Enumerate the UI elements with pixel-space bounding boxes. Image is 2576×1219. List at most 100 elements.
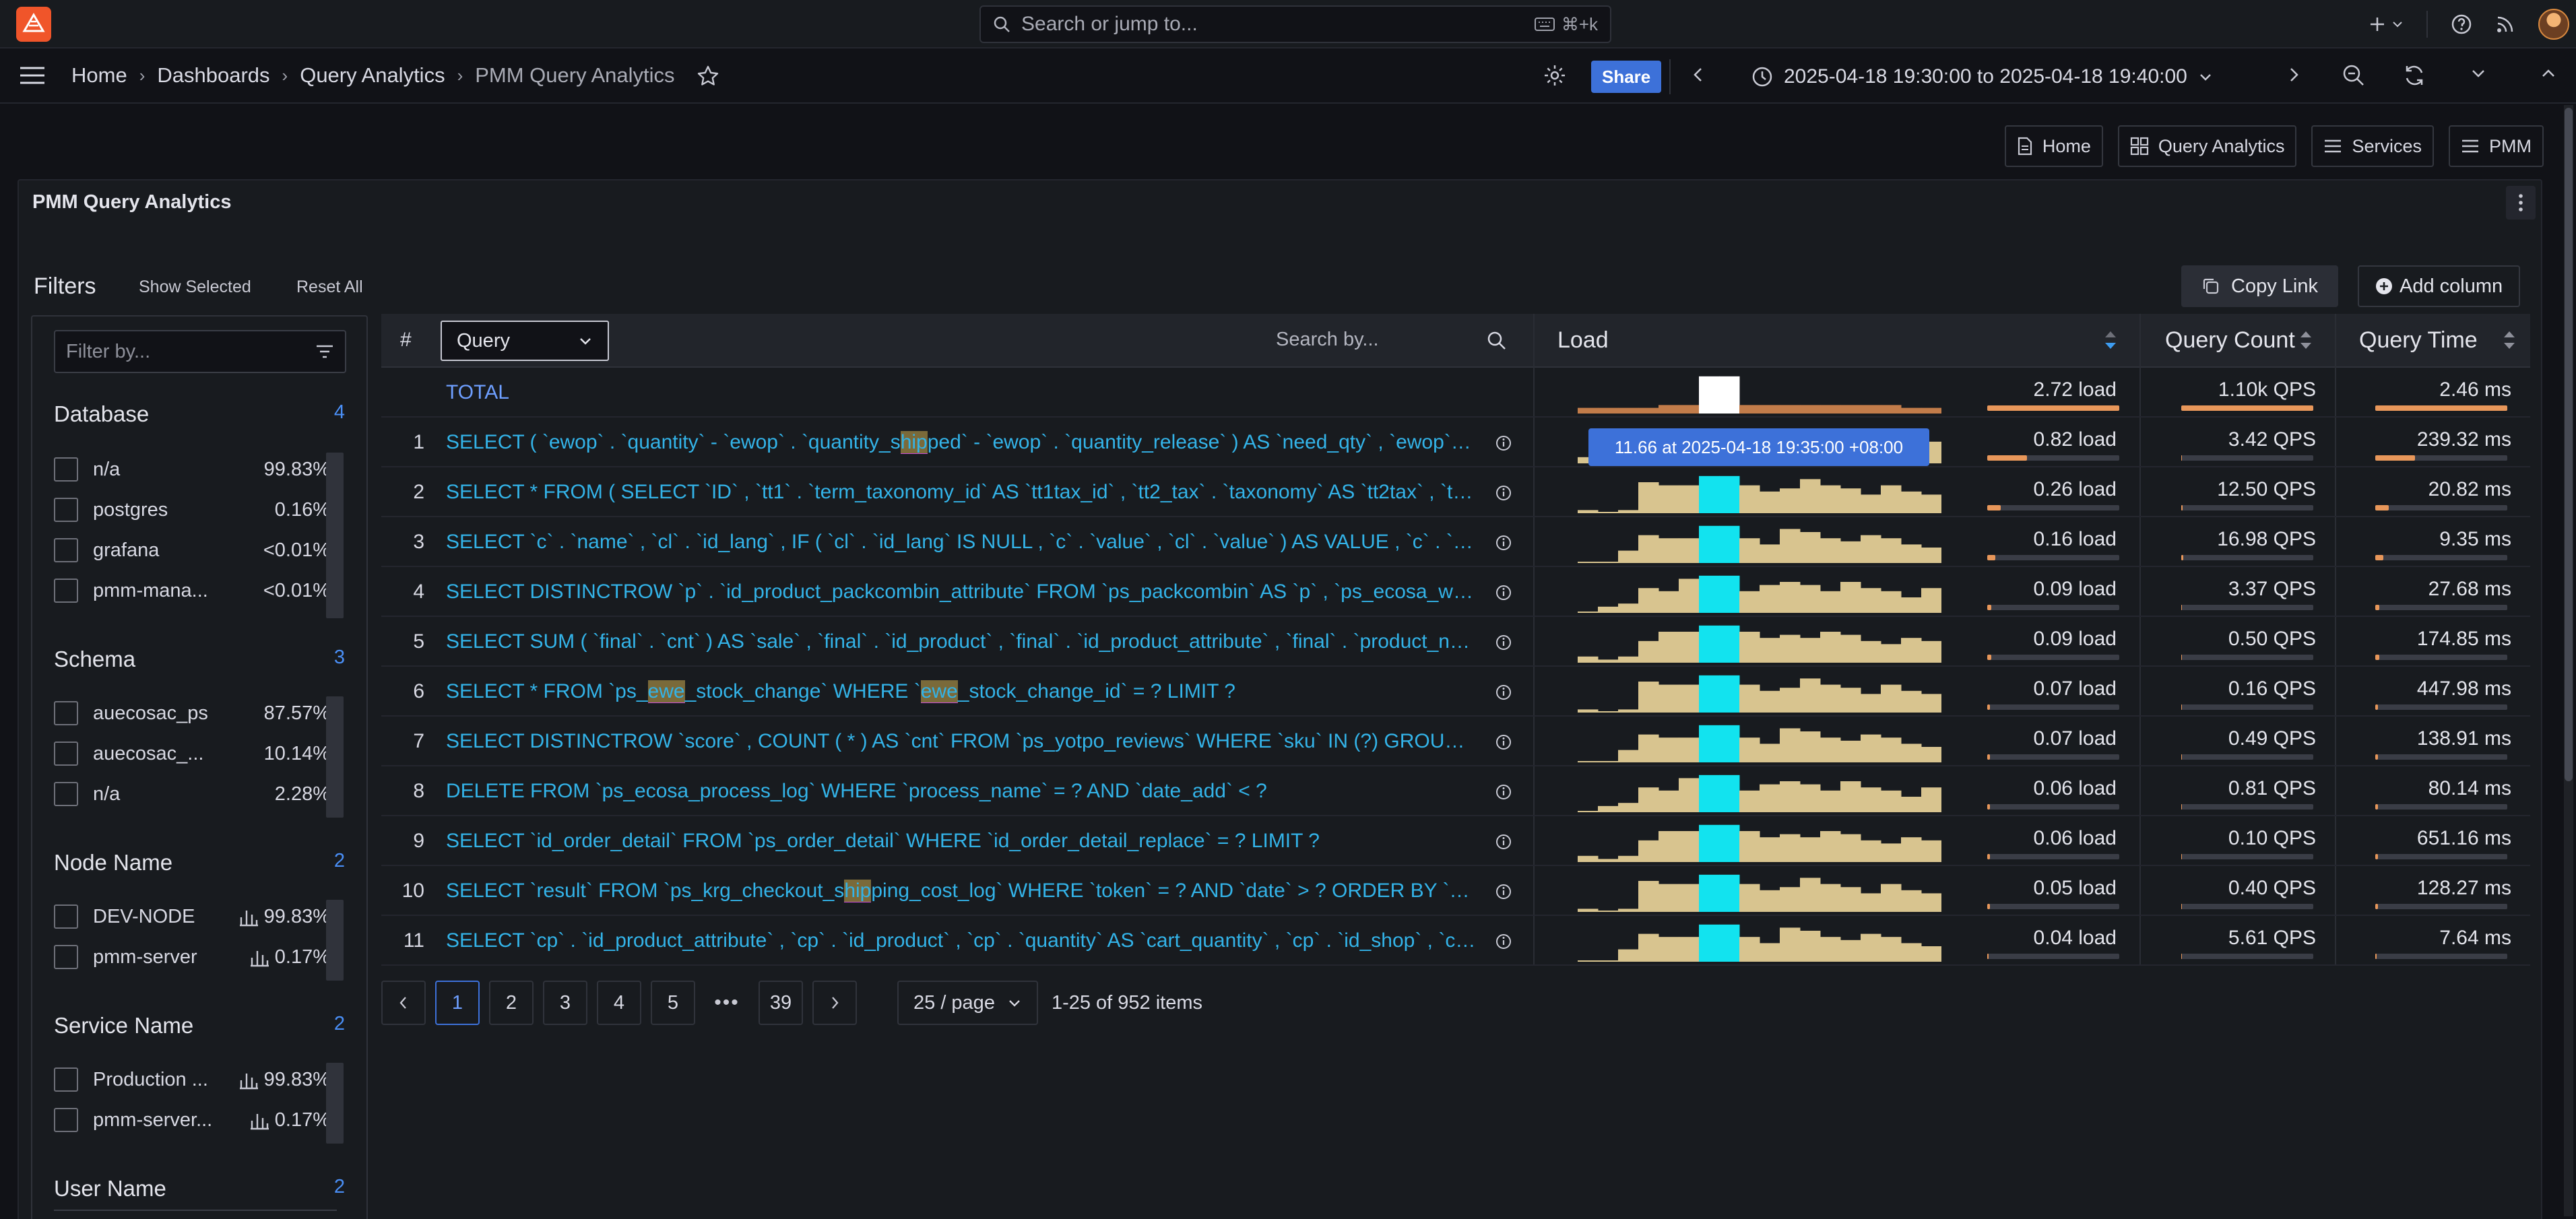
table-row[interactable]: 3 SELECT `c` . `name` , `cl` . `id_lang` …: [381, 517, 2530, 567]
checkbox[interactable]: [54, 782, 78, 806]
load-sparkline[interactable]: [1578, 617, 1941, 667]
page-button-last[interactable]: 39: [759, 981, 803, 1025]
filter-option[interactable]: Production ... 99.83%: [54, 1063, 330, 1096]
table-row[interactable]: 10 SELECT `result` FROM `ps_krg_checkout_…: [381, 866, 2530, 916]
search-icon[interactable]: [1486, 330, 1506, 350]
gear-icon[interactable]: [1543, 63, 1567, 88]
checkbox[interactable]: [54, 904, 78, 929]
table-row[interactable]: 8 DELETE FROM `ps_ecosa_process_log` WHER…: [381, 766, 2530, 816]
load-sparkline[interactable]: [1578, 916, 1941, 966]
menu-icon[interactable]: [19, 65, 46, 86]
time-range-picker[interactable]: 2025-04-18 19:30:00 to 2025-04-18 19:40:…: [1751, 61, 2213, 93]
load-sparkline[interactable]: [1578, 517, 1941, 567]
info-icon[interactable]: [1495, 784, 1512, 800]
share-button[interactable]: Share: [1591, 61, 1662, 93]
page-scrollbar-thumb[interactable]: [2565, 108, 2573, 781]
load-sparkline[interactable]: [1578, 816, 1941, 866]
refresh-interval-chevron-down-icon[interactable]: [2470, 65, 2487, 82]
query-fingerprint-link[interactable]: DELETE FROM `ps_ecosa_process_log` WHERE…: [446, 780, 1477, 803]
info-icon[interactable]: [1495, 684, 1512, 700]
breadcrumb-query-analytics[interactable]: Query Analytics: [300, 63, 445, 88]
checkbox[interactable]: [54, 538, 78, 562]
star-favorite-icon[interactable]: [697, 65, 719, 88]
page-button-1[interactable]: 1: [435, 981, 480, 1025]
load-sparkline[interactable]: [1578, 717, 1941, 766]
filter-option[interactable]: DEV-NODE 99.83%: [54, 900, 330, 933]
checkbox[interactable]: [54, 945, 78, 969]
page-button-2[interactable]: 2: [489, 981, 534, 1025]
info-icon[interactable]: [1495, 585, 1512, 601]
column-header-query-count[interactable]: Query Count: [2165, 327, 2295, 354]
info-icon[interactable]: [1495, 435, 1512, 451]
table-row[interactable]: 1 SELECT ( `ewop` . `quantity` - `ewop` .…: [381, 418, 2530, 467]
table-row[interactable]: 5 SELECT SUM ( `final` . `cnt` ) AS `sale…: [381, 617, 2530, 667]
breadcrumb-dashboards[interactable]: Dashboards: [157, 63, 269, 88]
page-button-4[interactable]: 4: [597, 981, 641, 1025]
info-icon[interactable]: [1495, 933, 1512, 950]
checkbox[interactable]: [54, 498, 78, 522]
news-rss-icon[interactable]: [2495, 14, 2515, 34]
total-label[interactable]: TOTAL: [446, 381, 1477, 404]
query-fingerprint-link[interactable]: SELECT DISTINCTROW `p` . `id_product_pac…: [446, 581, 1477, 603]
checkbox[interactable]: [54, 1108, 78, 1132]
filter-scrollbar[interactable]: [326, 696, 344, 818]
link-services[interactable]: Services: [2311, 125, 2434, 167]
checkbox[interactable]: [54, 742, 78, 766]
filter-option[interactable]: n/a 2.28%: [54, 777, 330, 811]
info-icon[interactable]: [1495, 834, 1512, 850]
query-fingerprint-link[interactable]: SELECT `result` FROM `ps_krg_checkout_sh…: [446, 880, 1477, 902]
reset-all-button[interactable]: Reset All: [296, 277, 363, 297]
table-row[interactable]: 11 SELECT `cp` . `id_product_attribute` ,…: [381, 916, 2530, 966]
query-fingerprint-link[interactable]: SELECT `id_order_detail` FROM `ps_order_…: [446, 830, 1477, 853]
add-new-icon[interactable]: [2367, 14, 2404, 34]
add-column-button[interactable]: Add column: [2358, 265, 2521, 307]
copy-link-button[interactable]: Copy Link: [2181, 265, 2338, 307]
info-icon[interactable]: [1495, 884, 1512, 900]
next-page-button[interactable]: [812, 981, 857, 1025]
table-row[interactable]: 7 SELECT DISTINCTROW `score` , COUNT ( * …: [381, 717, 2530, 766]
zoom-out-icon[interactable]: [2342, 63, 2366, 88]
search-jump-input[interactable]: Search or jump to... ⌘+k: [979, 5, 1611, 43]
column-header-query-time[interactable]: Query Time: [2359, 327, 2478, 354]
checkbox[interactable]: [54, 457, 78, 482]
query-fingerprint-link[interactable]: SELECT * FROM `ps_ewe_stock_change` WHER…: [446, 680, 1477, 703]
table-row[interactable]: 4 SELECT DISTINCTROW `p` . `id_product_pa…: [381, 567, 2530, 617]
info-icon[interactable]: [1495, 535, 1512, 551]
panel-menu-icon[interactable]: [2506, 186, 2536, 220]
query-fingerprint-link[interactable]: SELECT ( `ewop` . `quantity` - `ewop` . …: [446, 431, 1477, 454]
user-avatar[interactable]: [2538, 9, 2569, 40]
table-row[interactable]: 9 SELECT `id_order_detail` FROM `ps_order…: [381, 816, 2530, 866]
sort-desc-icon[interactable]: [2103, 329, 2118, 352]
page-size-select[interactable]: 25 / page: [897, 981, 1038, 1025]
query-dimension-select[interactable]: Query: [441, 321, 609, 361]
load-sparkline[interactable]: [1578, 368, 1941, 418]
pmm-logo-icon[interactable]: [16, 7, 51, 42]
page-button-3[interactable]: 3: [543, 981, 587, 1025]
query-fingerprint-link[interactable]: SELECT `cp` . `id_product_attribute` , `…: [446, 929, 1477, 952]
link-query-analytics[interactable]: Query Analytics: [2117, 125, 2297, 167]
filter-option[interactable]: grafana <0.01%: [54, 533, 330, 567]
info-icon[interactable]: [1495, 485, 1512, 501]
table-row[interactable]: 6 SELECT * FROM `ps_ewe_stock_change` WHE…: [381, 667, 2530, 717]
breadcrumb-home[interactable]: Home: [71, 63, 127, 88]
column-header-load[interactable]: Load: [1557, 327, 1609, 354]
filter-option[interactable]: auecosac_ps 87.57%: [54, 696, 330, 730]
checkbox[interactable]: [54, 579, 78, 603]
load-sparkline[interactable]: [1578, 766, 1941, 816]
load-sparkline[interactable]: [1578, 667, 1941, 717]
load-sparkline[interactable]: [1578, 567, 1941, 617]
link-home[interactable]: Home: [2004, 125, 2103, 167]
checkbox[interactable]: [54, 1067, 78, 1092]
info-icon[interactable]: [1495, 734, 1512, 750]
filter-option[interactable]: pmm-server 0.17%: [54, 940, 330, 974]
query-fingerprint-link[interactable]: SELECT * FROM ( SELECT `ID` , `tt1` . `t…: [446, 481, 1477, 504]
info-icon[interactable]: [1495, 634, 1512, 651]
query-search-input[interactable]: Search by...: [1276, 329, 1379, 351]
table-row-total[interactable]: TOTAL 2.72 load 1.10k QPS 2.46 ms: [381, 368, 2530, 418]
page-scrollbar[interactable]: [2564, 105, 2573, 1216]
page-button-5[interactable]: 5: [651, 981, 695, 1025]
help-icon[interactable]: [2451, 13, 2472, 35]
show-selected-button[interactable]: Show Selected: [139, 277, 251, 297]
refresh-icon[interactable]: [2402, 63, 2426, 88]
load-sparkline[interactable]: [1578, 866, 1941, 916]
